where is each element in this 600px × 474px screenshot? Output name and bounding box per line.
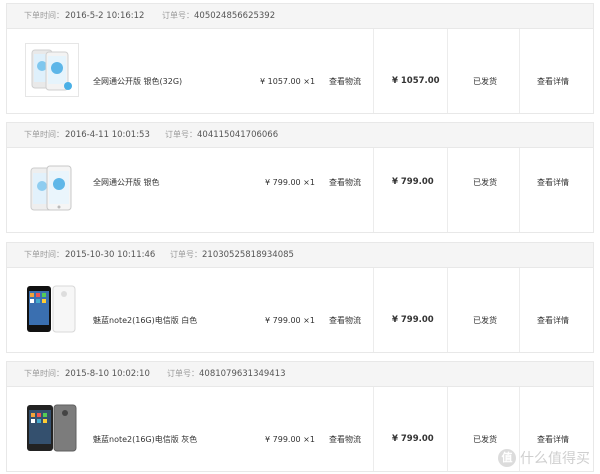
order-time: 2015-10-30 10:11:46 (65, 250, 156, 260)
order-total: ¥ 799.00 (392, 434, 434, 444)
order-time-label: 下单时间： (24, 250, 64, 259)
order-header: 下单时间： 2015-10-30 10:11:46 订单号： 210305258… (7, 243, 593, 268)
order-status: 已发货 (473, 77, 497, 86)
column-divider (373, 148, 374, 232)
order-number: 405024856625392 (194, 11, 276, 21)
order-card: 下单时间： 2015-10-30 10:11:46 订单号： 210305258… (6, 242, 594, 353)
order-time: 2016-5-2 10:16:12 (65, 11, 145, 21)
product-thumbnail[interactable] (25, 162, 79, 216)
order-number-label: 订单号： (167, 369, 199, 378)
watermark-text: 什么值得买 (520, 451, 590, 467)
view-logistics-link[interactable]: 查看物流 (329, 75, 361, 88)
order-header: 下单时间： 2015-8-10 10:02:10 订单号： 4081079631… (7, 362, 593, 387)
product-name[interactable]: 全网通公开版 银色 (93, 176, 160, 189)
order-number-label: 订单号： (165, 130, 197, 139)
unit-price-qty: ¥ 799.00 ×1 (265, 435, 315, 444)
column-divider (519, 148, 520, 232)
order-total: ¥ 799.00 (392, 177, 434, 187)
order-header: 下单时间： 2016-5-2 10:16:12 订单号： 40502485662… (7, 4, 593, 29)
order-body: 魅蓝note2(16G)电信版 白色 ¥ 799.00 ×1 查看物流 ¥ 79… (7, 268, 593, 352)
phone-white-image (27, 285, 76, 333)
order-status: 已发货 (473, 316, 497, 325)
order-time: 2016-4-11 10:01:53 (65, 130, 150, 140)
order-number: 404115041706066 (197, 130, 279, 140)
order-body: 全网通公开版 银色 ¥ 799.00 ×1 查看物流 ¥ 799.00 已发货 … (7, 148, 593, 232)
view-logistics-link[interactable]: 查看物流 (329, 433, 361, 446)
order-body: 全网通公开版 银色(32G) ¥ 1057.00 ×1 查看物流 ¥ 1057.… (7, 29, 593, 113)
order-number: 4081079631349413 (199, 369, 286, 379)
smzdm-logo-icon: 值 (498, 449, 516, 467)
column-divider (447, 29, 448, 113)
unit-price-qty: ¥ 799.00 ×1 (265, 178, 315, 187)
column-divider (373, 29, 374, 113)
view-logistics-link[interactable]: 查看物流 (329, 314, 361, 327)
column-divider (447, 148, 448, 232)
order-time-label: 下单时间： (24, 11, 64, 20)
order-status: 已发货 (473, 178, 497, 187)
order-time: 2015-8-10 10:02:10 (65, 369, 150, 379)
phone-silver-image (30, 165, 72, 211)
order-total: ¥ 1057.00 (392, 76, 440, 86)
column-divider (447, 387, 448, 471)
order-time-label: 下单时间： (24, 369, 64, 378)
column-divider (519, 29, 520, 113)
order-status: 已发货 (473, 435, 497, 444)
order-card: 下单时间： 2016-5-2 10:16:12 订单号： 40502485662… (6, 3, 594, 114)
view-details-link[interactable]: 查看详情 (537, 433, 569, 446)
order-number-label: 订单号： (170, 250, 202, 259)
order-number-label: 订单号： (162, 11, 194, 20)
column-divider (447, 268, 448, 352)
view-details-link[interactable]: 查看详情 (537, 314, 569, 327)
product-name[interactable]: 魅蓝note2(16G)电信版 灰色 (93, 433, 197, 446)
column-divider (519, 268, 520, 352)
product-thumbnail[interactable] (25, 43, 79, 97)
order-number: 210305258189340​85 (202, 250, 294, 260)
column-divider (373, 268, 374, 352)
unit-price-qty: ¥ 799.00 ×1 (265, 316, 315, 325)
product-thumbnail[interactable] (25, 401, 79, 455)
view-details-link[interactable]: 查看详情 (537, 176, 569, 189)
column-divider (373, 387, 374, 471)
product-name[interactable]: 魅蓝note2(16G)电信版 白色 (93, 314, 197, 327)
phone-gray-image (27, 404, 77, 452)
order-total: ¥ 799.00 (392, 315, 434, 325)
product-thumbnail[interactable] (25, 282, 79, 336)
view-details-link[interactable]: 查看详情 (537, 75, 569, 88)
order-time-label: 下单时间： (24, 130, 64, 139)
order-card: 下单时间： 2016-4-11 10:01:53 订单号： 4041150417… (6, 122, 594, 233)
view-logistics-link[interactable]: 查看物流 (329, 176, 361, 189)
product-name[interactable]: 全网通公开版 银色(32G) (93, 75, 182, 88)
unit-price-qty: ¥ 1057.00 ×1 (260, 77, 316, 86)
watermark: 值 什么值得买 (498, 448, 590, 468)
order-header: 下单时间： 2016-4-11 10:01:53 订单号： 4041150417… (7, 123, 593, 148)
phone-silver-image (31, 49, 72, 91)
